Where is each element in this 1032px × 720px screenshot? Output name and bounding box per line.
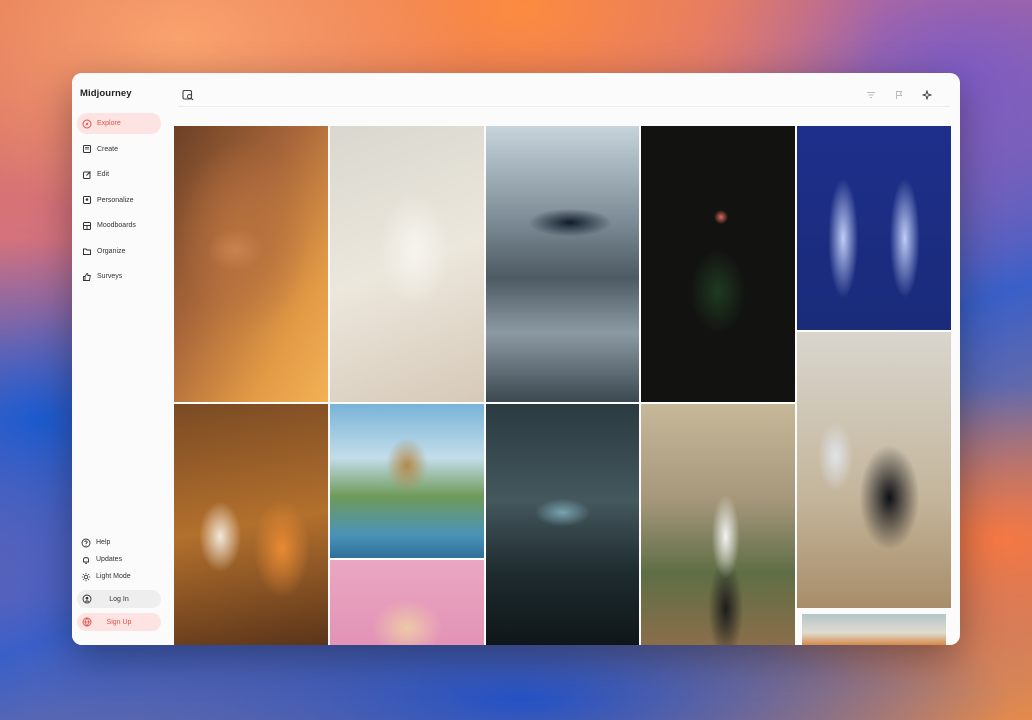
folder-icon xyxy=(82,246,92,256)
login-label: Log In xyxy=(109,595,129,603)
top-search-bar xyxy=(178,81,950,107)
floating-phone-ui-tile[interactable] xyxy=(330,126,484,402)
partial-next-tile[interactable] xyxy=(802,614,946,645)
sidebar-item-label: Explore xyxy=(97,120,121,127)
ghost-couple-tile[interactable] xyxy=(797,126,951,330)
pencil-icon xyxy=(82,144,92,154)
thumbs-up-icon xyxy=(82,272,92,282)
filter-icon[interactable] xyxy=(866,87,876,98)
portrait-freckles-tile[interactable] xyxy=(174,126,328,402)
compass-icon xyxy=(82,119,92,129)
sidebar-item-label: Create xyxy=(97,145,119,153)
woman-cafe-tile[interactable] xyxy=(641,404,795,645)
sidebar-item-label: Moodboards xyxy=(97,222,136,229)
panther-motorbike-tile[interactable] xyxy=(797,332,951,608)
updates-link[interactable]: Updates xyxy=(77,551,161,568)
search-input[interactable] xyxy=(200,90,740,97)
sidebar-item-label: Surveys xyxy=(97,273,123,280)
top-actions xyxy=(866,87,933,101)
bell-icon xyxy=(81,555,91,565)
image-search-icon[interactable] xyxy=(182,88,194,100)
light-mode-toggle[interactable]: Light Mode xyxy=(77,568,161,585)
help-label: Help xyxy=(96,539,111,546)
sidebar-item-explore[interactable]: Explore xyxy=(77,113,161,134)
sidebar-item-moodboards[interactable]: Moodboards xyxy=(77,215,161,236)
sidebar-item-edit[interactable]: Edit xyxy=(77,164,161,185)
login-button[interactable]: Log In xyxy=(77,590,161,608)
help-link[interactable]: Help xyxy=(77,534,161,551)
sparkle-icon[interactable] xyxy=(921,87,933,101)
sidebar-nav: Explore Create Edit Personalize Moodboar… xyxy=(77,113,161,292)
signup-button[interactable]: Sign Up xyxy=(77,613,161,631)
sidebar-item-personalize[interactable]: Personalize xyxy=(77,190,161,211)
help-icon xyxy=(81,538,91,548)
signup-label: Sign Up xyxy=(106,618,132,626)
sidebar-item-label: Personalize xyxy=(97,196,134,204)
pink-hair-portrait-tile[interactable] xyxy=(330,560,484,645)
sidebar-item-organize[interactable]: Organize xyxy=(77,241,161,262)
sidebar-item-surveys[interactable]: Surveys xyxy=(77,266,161,287)
edit-icon xyxy=(82,170,92,180)
brand-title: Midjourney xyxy=(80,88,132,99)
moodboard-icon xyxy=(82,221,92,231)
explore-gallery xyxy=(174,126,952,645)
sun-icon xyxy=(81,572,91,582)
app-window: Midjourney Explore Create Edit Personali… xyxy=(72,73,960,645)
scifi-cockpit-tile[interactable] xyxy=(486,404,639,645)
sidebar-item-label: Edit xyxy=(97,171,110,178)
anime-adventurer-tile[interactable] xyxy=(330,404,484,558)
updates-label: Updates xyxy=(96,556,123,563)
orca-mall-tile[interactable] xyxy=(486,126,639,402)
personalize-icon xyxy=(82,195,92,205)
sidebar-item-create[interactable]: Create xyxy=(77,139,161,160)
flag-icon[interactable] xyxy=(894,87,904,99)
rose-dark-tile[interactable] xyxy=(641,126,795,402)
sidebar: Midjourney Explore Create Edit Personali… xyxy=(72,73,168,645)
light-mode-label: Light Mode xyxy=(96,573,131,580)
sidebar-bottom: Help Updates Light Mode Log In Sign Up xyxy=(77,534,161,631)
serum-bottles-tile[interactable] xyxy=(174,404,328,645)
sidebar-item-label: Organize xyxy=(97,247,126,255)
